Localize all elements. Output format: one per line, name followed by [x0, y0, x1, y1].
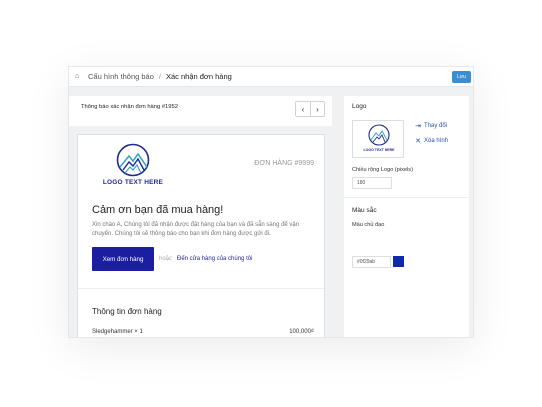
chevron-right-icon[interactable]: ›: [310, 102, 324, 116]
delete-logo-label: Xóa hình: [424, 138, 449, 144]
shop-link[interactable]: Đến cửa hàng của chúng tôi: [177, 256, 252, 262]
logo-width-label: Chiều rộng Logo (pixels): [352, 167, 413, 173]
change-logo-link[interactable]: ⇥ Thay đổi: [414, 122, 447, 130]
or-label: hoặc: [159, 256, 173, 262]
preview-pager: ‹ ›: [295, 101, 325, 117]
main-color-input[interactable]: #0f29ab: [352, 256, 391, 268]
breadcrumb-separator: /: [158, 72, 161, 81]
main-color-label: Màu chủ đạo: [352, 222, 385, 228]
logo-mountain-icon: [116, 143, 150, 177]
settings-panel: Logo LOGO TEXT HERE ⇥ Thay đổi ✕ Xóa hìn…: [344, 96, 469, 337]
top-bar: ⌂ Cấu hình thông báo / Xác nhận đơn hàng…: [69, 67, 473, 87]
line-item-name: Sledgehammer × 1: [92, 329, 143, 335]
preview-header: Thông báo xác nhận đơn hàng #1952 ‹ ›: [69, 96, 332, 126]
delete-logo-link[interactable]: ✕ Xóa hình: [414, 137, 448, 145]
color-swatch[interactable]: [393, 256, 404, 267]
logo-section-title: Logo: [352, 103, 367, 110]
logo-thumbnail: LOGO TEXT HERE: [352, 120, 404, 158]
change-logo-label: Thay đổi: [424, 123, 448, 129]
thanks-title: Cảm ơn bạn đã mua hàng!: [92, 204, 224, 216]
order-number: ĐƠN HÀNG #9999: [254, 160, 314, 167]
logo-mountain-icon: [368, 124, 390, 146]
breadcrumb-parent[interactable]: Cấu hình thông báo: [88, 72, 154, 81]
line-item-price: 100,000₫: [289, 329, 314, 335]
logo-thumbnail-text: LOGO TEXT HERE: [363, 148, 395, 152]
email-logo: LOGO TEXT HERE: [98, 143, 168, 187]
save-button[interactable]: Lưu: [452, 71, 471, 83]
view-order-button[interactable]: Xem đơn hàng: [92, 247, 154, 271]
upload-icon: ⇥: [415, 123, 421, 130]
app-window: ⌂ Cấu hình thông báo / Xác nhận đơn hàng…: [68, 66, 474, 338]
order-info-title: Thông tin đơn hàng: [92, 307, 162, 316]
logo-text: LOGO TEXT HERE: [102, 179, 164, 186]
email-preview: LOGO TEXT HERE ĐƠN HÀNG #9999 Cảm ơn bạn…: [77, 134, 325, 337]
preview-title: Thông báo xác nhận đơn hàng #1952: [81, 104, 178, 110]
close-icon: ✕: [415, 138, 421, 145]
color-section-title: Màu sắc: [352, 207, 377, 214]
home-icon[interactable]: ⌂: [75, 73, 82, 80]
divider: [78, 288, 324, 289]
thanks-description: Xin chào A, Chúng tôi đã nhận được đặt h…: [92, 222, 300, 237]
divider: [344, 197, 469, 198]
breadcrumb-current: Xác nhận đơn hàng: [165, 72, 232, 81]
chevron-left-icon[interactable]: ‹: [296, 102, 310, 116]
logo-width-input[interactable]: 180: [352, 177, 392, 189]
